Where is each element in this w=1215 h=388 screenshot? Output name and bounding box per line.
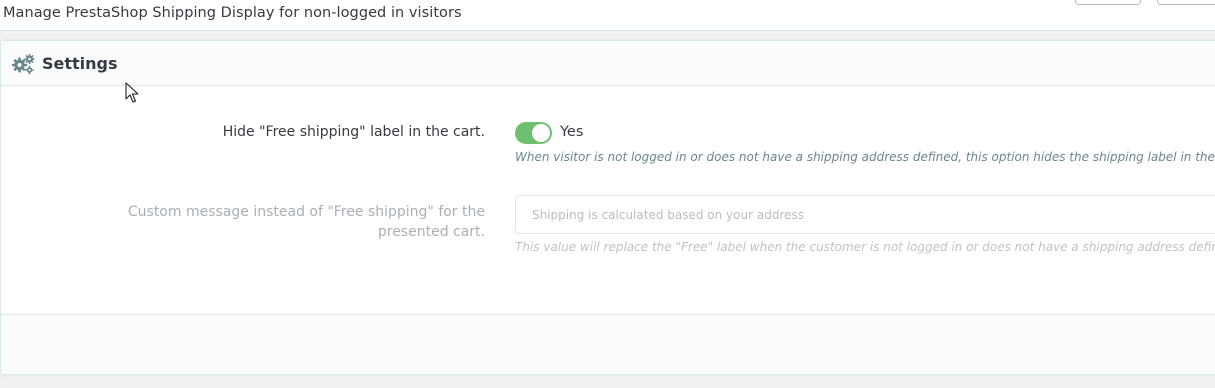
settings-panel: Settings Hide "Free shipping" label in t… [0,40,1215,375]
header-button-2[interactable] [1157,0,1215,5]
hide-free-shipping-label: Hide "Free shipping" label in the cart. [222,124,485,140]
hide-free-shipping-help: When visitor is not logged in or does no… [515,150,1215,164]
toggle-knob [532,124,550,142]
panel-footer [1,314,1215,374]
page-header: Manage PrestaShop Shipping Display for n… [0,0,1215,31]
page-title-fragment [58,0,78,2]
gears-icon [12,54,35,75]
page: Manage PrestaShop Shipping Display for n… [0,0,1215,388]
panel-heading: Settings [1,41,1215,86]
hide-free-shipping-toggle[interactable] [515,122,552,144]
mouse-cursor-icon [125,82,139,103]
toggle-state-label: Yes [560,124,584,140]
page-subtitle: Manage PrestaShop Shipping Display for n… [3,5,462,21]
panel-title: Settings [42,54,118,73]
custom-message-help: This value will replace the "Free" label… [515,240,1215,254]
custom-message-input[interactable] [515,195,1215,234]
header-button-1[interactable] [1075,0,1141,5]
custom-message-label: Custom message instead of "Free shipping… [127,204,485,240]
